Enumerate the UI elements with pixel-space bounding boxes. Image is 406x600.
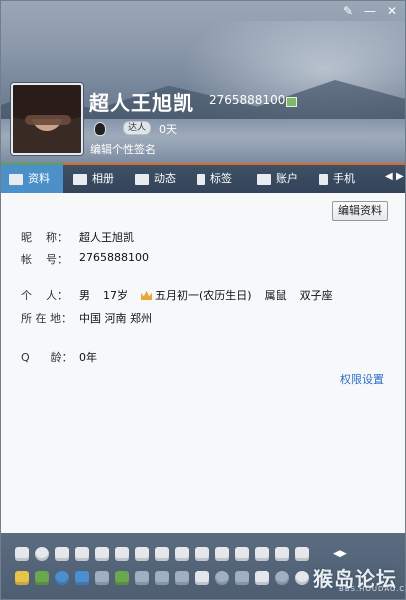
gem-icon[interactable] bbox=[155, 547, 169, 561]
phone-icon bbox=[319, 173, 328, 185]
diamond-icon[interactable] bbox=[15, 547, 29, 561]
qq-status-icon[interactable] bbox=[286, 97, 297, 107]
level-badge[interactable]: 达人 bbox=[123, 121, 152, 135]
qq-age-value: 0年 bbox=[79, 351, 97, 364]
weibo-icon[interactable] bbox=[95, 571, 109, 585]
tab-feed[interactable]: 动态 bbox=[135, 165, 176, 193]
tab-tags-label: 标签 bbox=[210, 172, 232, 185]
music-icon[interactable] bbox=[55, 571, 69, 585]
personal-label: 个 人： bbox=[21, 289, 68, 302]
chinese-zodiac-value: 属鼠 bbox=[264, 289, 287, 302]
heart-icon[interactable] bbox=[35, 547, 49, 561]
diamond-icon[interactable] bbox=[295, 547, 309, 561]
tab-tags[interactable]: 标签 bbox=[197, 165, 232, 193]
avatar[interactable] bbox=[11, 83, 83, 155]
age-value: 17岁 bbox=[103, 289, 128, 302]
qzone-icon[interactable] bbox=[115, 571, 129, 585]
minimize-button[interactable]: — bbox=[361, 3, 379, 19]
location-label: 所 在 地： bbox=[21, 312, 72, 325]
pet-icon[interactable] bbox=[215, 571, 229, 585]
photo-icon[interactable] bbox=[135, 571, 149, 585]
window-controls: ✎ — ✕ bbox=[339, 3, 401, 19]
signature-edit[interactable]: 编辑个性签名 bbox=[90, 141, 156, 157]
personal-value: 男 17岁 五月初一(农历生日) 属鼠 双子座 bbox=[79, 287, 346, 303]
edit-profile-button[interactable]: 编辑资料 bbox=[332, 201, 388, 221]
gift-icon[interactable] bbox=[35, 571, 49, 585]
tab-scroll-right-icon[interactable]: ▶ bbox=[396, 171, 404, 182]
level-days: 0天 bbox=[159, 123, 177, 136]
tab-account-label: 账户 bbox=[276, 172, 298, 185]
crown-icon bbox=[141, 291, 152, 300]
penguin-icon[interactable] bbox=[55, 547, 69, 561]
profile-window: ✎ — ✕ 超人王旭凯 2765888100 达人 0天 编辑个性签名 资料 相… bbox=[0, 0, 406, 600]
badge-icon[interactable] bbox=[255, 547, 269, 561]
icon-row-2 bbox=[15, 571, 309, 585]
shield-icon[interactable] bbox=[255, 571, 269, 585]
photo-album-icon bbox=[73, 173, 87, 185]
tab-album[interactable]: 相册 bbox=[73, 165, 114, 193]
tab-profile[interactable]: 资料 bbox=[1, 165, 63, 193]
location-row: 所 在 地： 中国 河南 郑州 bbox=[21, 310, 152, 326]
mail-icon[interactable] bbox=[75, 571, 89, 585]
profile-content: 编辑资料 昵 称： 超人王旭凯 帐 号： 2765888100 个 人： 男 17… bbox=[1, 193, 405, 533]
diamond-icon[interactable] bbox=[195, 547, 209, 561]
gender-value: 男 bbox=[79, 289, 90, 302]
profile-header: ✎ — ✕ 超人王旭凯 2765888100 达人 0天 编辑个性签名 bbox=[1, 1, 405, 163]
tab-profile-label: 资料 bbox=[28, 172, 50, 185]
icon-row-1 bbox=[15, 547, 309, 561]
birthday-value: 五月初一(农历生日) bbox=[155, 289, 252, 302]
account-label: 帐 号： bbox=[21, 253, 68, 266]
badge-icon[interactable] bbox=[135, 547, 149, 561]
tab-phone[interactable]: 手机 bbox=[319, 165, 355, 193]
game-icon[interactable] bbox=[155, 571, 169, 585]
skin-icon[interactable]: ✎ bbox=[339, 3, 357, 19]
tab-bar: 资料 相册 动态 标签 账户 手机 ◀ ▶ bbox=[1, 163, 405, 193]
bookmark-icon bbox=[197, 173, 205, 185]
account-row: 帐 号： 2765888100 bbox=[21, 251, 149, 267]
nickname-row: 昵 称： 超人王旭凯 bbox=[21, 229, 134, 245]
star-icon[interactable] bbox=[15, 571, 29, 585]
tab-account[interactable]: 账户 bbox=[257, 165, 298, 193]
tab-album-label: 相册 bbox=[92, 172, 114, 185]
icon-bar-arrows-icon[interactable]: ◀▶ bbox=[333, 549, 347, 559]
close-button[interactable]: ✕ bbox=[383, 3, 401, 19]
grid-icon[interactable] bbox=[175, 571, 189, 585]
diamond-icon[interactable] bbox=[215, 547, 229, 561]
penguin-level-icon[interactable] bbox=[94, 122, 106, 136]
feed-icon bbox=[135, 173, 149, 185]
account-value[interactable]: 2765888100 bbox=[79, 251, 149, 267]
tab-phone-label: 手机 bbox=[333, 172, 355, 185]
zodiac-value: 双子座 bbox=[299, 289, 333, 302]
crown-badge-icon[interactable] bbox=[95, 547, 109, 561]
tab-scroll-left-icon[interactable]: ◀ bbox=[385, 171, 393, 182]
disk-icon[interactable] bbox=[295, 571, 309, 585]
nickname-label: 昵 称： bbox=[21, 231, 68, 244]
app-icon-bar: ◀▶ 猴岛论坛 BBS.HOUDAO.COM bbox=[1, 533, 405, 599]
avatar-hair bbox=[13, 85, 81, 119]
diamond-icon[interactable] bbox=[275, 547, 289, 561]
nickname-value: 超人王旭凯 bbox=[79, 231, 134, 244]
shield-icon[interactable] bbox=[235, 571, 249, 585]
nickname-title: 超人王旭凯 bbox=[89, 91, 194, 115]
qq-number: 2765888100 bbox=[209, 93, 286, 107]
wallet-icon bbox=[257, 173, 271, 185]
diamond-icon[interactable] bbox=[235, 547, 249, 561]
qq-age-row: Q 龄： 0年 bbox=[21, 349, 97, 365]
permission-settings-link[interactable]: 权限设置 bbox=[340, 371, 384, 387]
qq-age-label: Q 龄： bbox=[21, 351, 73, 364]
swirl-icon[interactable] bbox=[275, 571, 289, 585]
gem-icon[interactable] bbox=[75, 547, 89, 561]
profile-card-icon bbox=[9, 173, 23, 185]
location-value: 中国 河南 郑州 bbox=[79, 312, 152, 325]
watermark-url: BBS.HOUDAO.COM bbox=[339, 585, 406, 593]
diamond-icon[interactable] bbox=[115, 547, 129, 561]
avatar-glasses bbox=[25, 115, 71, 125]
camera-icon[interactable] bbox=[195, 571, 209, 585]
diamond-icon[interactable] bbox=[175, 547, 189, 561]
personal-row: 个 人： 男 17岁 五月初一(农历生日) 属鼠 双子座 bbox=[21, 287, 346, 303]
tab-feed-label: 动态 bbox=[154, 172, 176, 185]
